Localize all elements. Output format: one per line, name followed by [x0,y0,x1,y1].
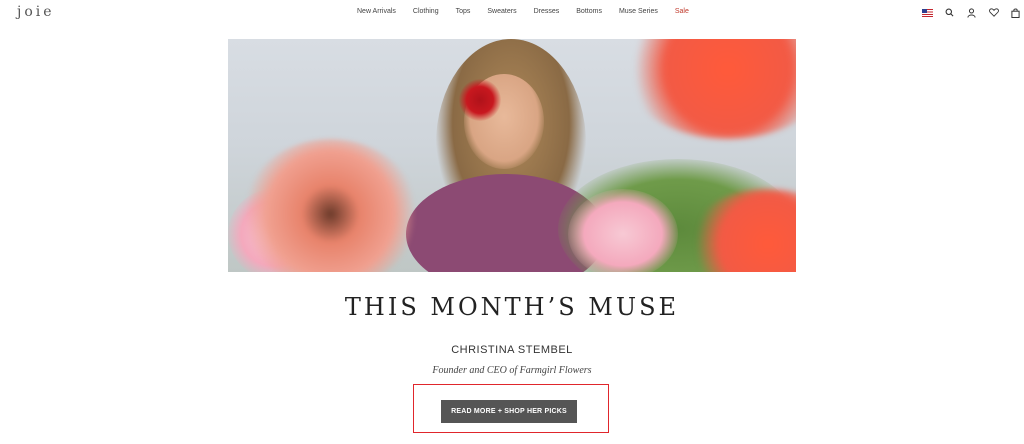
nav-sweaters[interactable]: Sweaters [487,8,516,15]
nav-dresses[interactable]: Dresses [534,8,560,15]
wishlist-heart-icon[interactable] [988,7,999,18]
header-icons [922,7,1021,18]
account-icon[interactable] [966,7,977,18]
nav-muse-series[interactable]: Muse Series [619,8,658,15]
nav-clothing[interactable]: Clothing [413,8,439,15]
us-flag-icon[interactable] [922,7,933,18]
muse-role: Founder and CEO of Farmgirl Flowers [432,365,592,376]
nav-bottoms[interactable]: Bottoms [576,8,602,15]
page-title: THIS MONTH’S MUSE [344,293,680,321]
shopping-bag-icon[interactable] [1010,7,1021,18]
muse-name: CHRISTINA STEMBEL [451,344,573,356]
joie-logo[interactable]: joie [17,4,55,20]
nav-sale[interactable]: Sale [675,8,689,15]
nav-new-arrivals[interactable]: New Arrivals [357,8,396,15]
read-more-shop-button[interactable]: READ MORE + SHOP HER PICKS [441,400,577,423]
search-icon[interactable] [944,7,955,18]
nav-tops[interactable]: Tops [456,8,471,15]
muse-hero-image [228,39,796,272]
